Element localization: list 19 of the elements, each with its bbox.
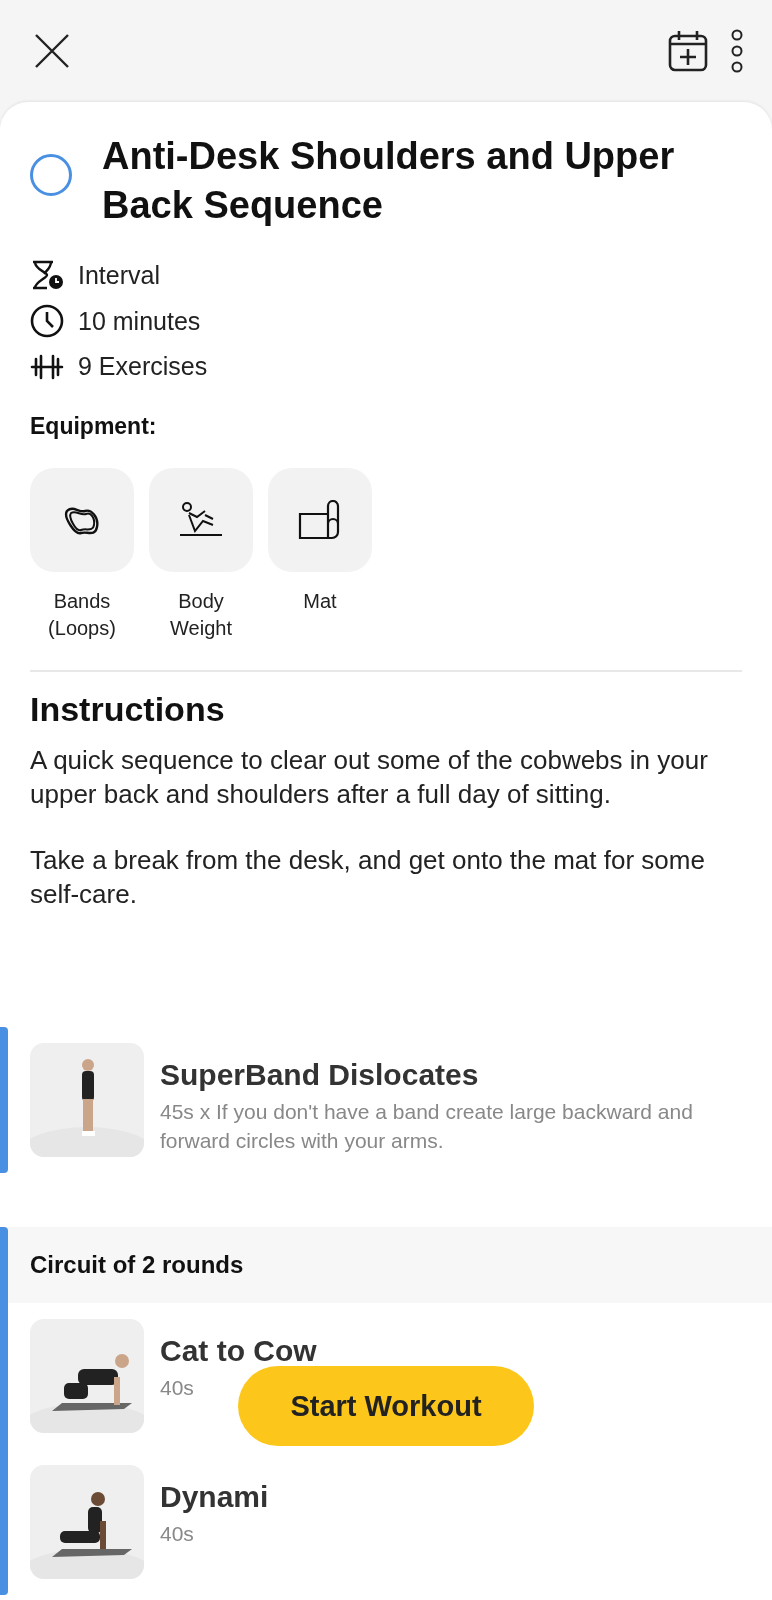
equipment-name: Mat [303, 589, 337, 614]
exercise-detail: 40s [160, 1521, 195, 1547]
exercise-name: Cat to Cow [160, 1335, 317, 1367]
instructions-heading: Instructions [30, 690, 226, 729]
equipment-name: Bands (Loops) [48, 589, 116, 641]
circuit-title: Circuit of 2 rounds [30, 1251, 244, 1279]
instructions-text: Take a break from the desk, and get onto the mat for some self-care. [30, 844, 706, 911]
meta-text: 10 minutes [78, 306, 201, 336]
equipment-name: Body Weight [170, 589, 232, 641]
start-workout-button[interactable]: Start Workout [238, 1366, 534, 1446]
exercise-detail: 40s [160, 1375, 195, 1401]
exercise-detail: 45s x If you don't have a band create large backward and forward circles with your arms. [160, 1099, 694, 1154]
exercise-name: SuperBand Dislocates [160, 1059, 480, 1091]
meta-text: 9 Exercises [78, 352, 208, 381]
instructions-text: A quick sequence to clear out some of the cobwebs in your upper back and shoulders after a full day of sitting. [30, 744, 709, 811]
meta-text: Interval [78, 260, 160, 290]
workout-title: Anti-Desk Shoulders and Upper Back Sequence [102, 134, 676, 228]
exercise-name: Dynami [160, 1481, 269, 1513]
equipment-label: Equipment: [30, 413, 158, 440]
